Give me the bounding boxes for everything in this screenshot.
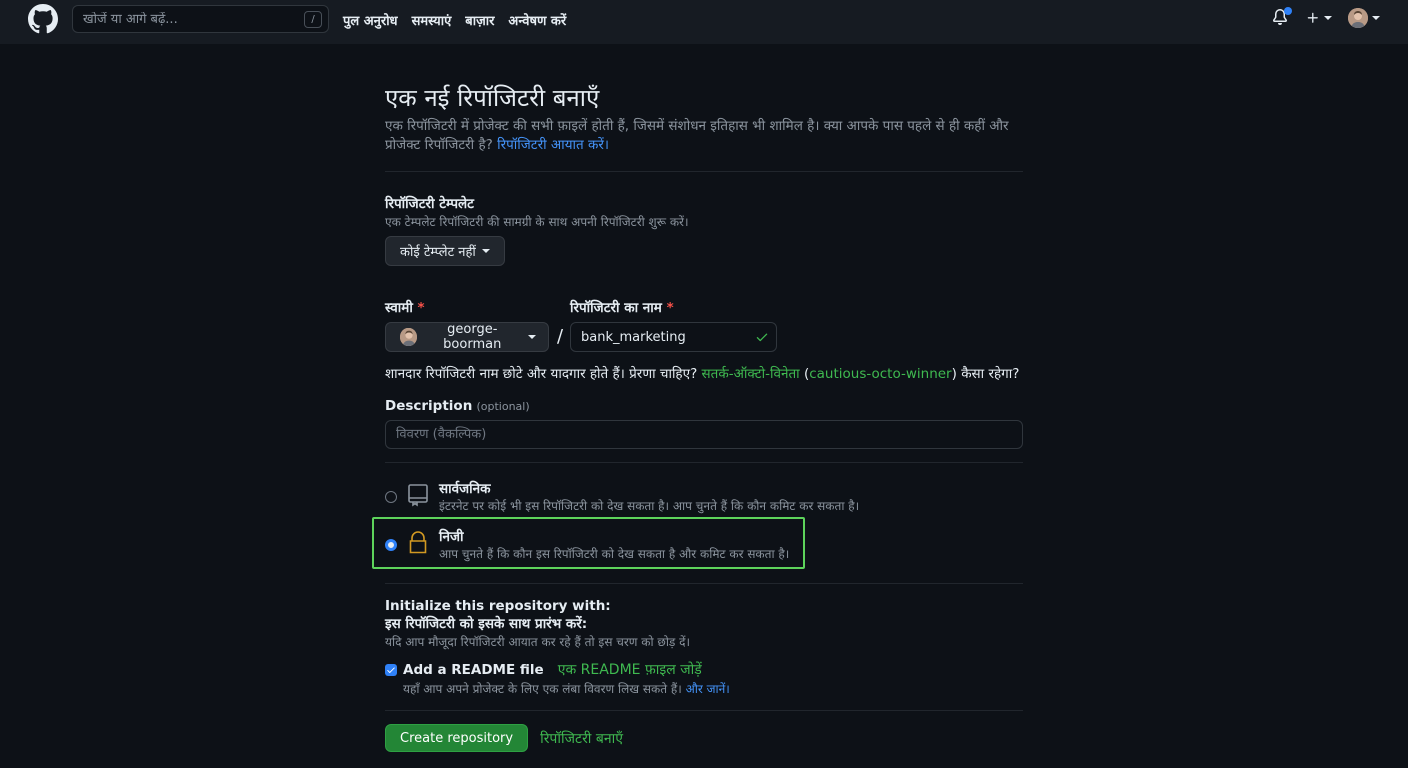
owner-field: स्वामी * george-boorman: [385, 298, 549, 352]
readme-hint: यहाँ आप अपने प्रोजेक्ट के लिए एक लंबा वि…: [403, 682, 730, 696]
divider: [385, 171, 1023, 172]
visibility-option-private[interactable]: निजी आप चुनते हैं कि कौन इस रिपॉजिटरी को…: [385, 527, 789, 562]
new-repo-form: एक नई रिपॉजिटरी बनाएँ एक रिपॉजिटरी में प…: [372, 80, 1023, 752]
page-title: एक नई रिपॉजिटरी बनाएँ: [385, 84, 600, 112]
nav-explore[interactable]: अन्वेषण करें: [508, 11, 566, 29]
readme-label-hi: एक README फ़ाइल जोड़ें: [557, 662, 702, 678]
check-icon: [756, 333, 768, 342]
owner-select-button[interactable]: george-boorman: [385, 322, 549, 352]
learn-more-link[interactable]: और जानें।: [686, 682, 730, 696]
owner-select-value: george-boorman: [443, 322, 502, 352]
suggested-name-link[interactable]: cautious-octo-winner: [809, 366, 951, 382]
repo-name-input-wrap: [570, 322, 777, 352]
repo-name-label: रिपॉजिटरी का नाम *: [570, 300, 674, 316]
description-section: Description (optional): [385, 398, 1023, 449]
initialize-section: Initialize this repository with: इस रिपॉ…: [385, 598, 1023, 697]
divider: [385, 710, 1023, 711]
public-hint: इंटरनेट पर कोई भी इस रिपॉजिटरी को देख सक…: [439, 499, 860, 513]
template-title: रिपॉजिटरी टेम्पलेट: [385, 196, 474, 212]
visibility-option-public[interactable]: सार्वजनिक इंटरनेट पर कोई भी इस रिपॉजिटरी…: [385, 479, 859, 514]
create-label-hi: रिपॉजिटरी बनाएँ: [540, 730, 624, 747]
page-subtitle: एक रिपॉजिटरी में प्रोजेक्ट की सभी फ़ाइले…: [385, 117, 1023, 155]
header-actions: [1272, 7, 1380, 28]
readme-label-en[interactable]: Add a README file: [403, 662, 544, 678]
initialize-hint: यदि आप मौजूदा रिपॉजिटरी आयात कर रहे हैं …: [385, 635, 691, 649]
plus-icon: [1307, 12, 1318, 23]
repo-icon: [408, 484, 428, 507]
public-title: सार्वजनिक: [439, 481, 491, 497]
search-shortcut-key: /: [304, 11, 322, 28]
owner-repo-separator: /: [557, 326, 564, 347]
create-repository-button[interactable]: Create repository: [385, 724, 529, 752]
owner-repo-row: स्वामी * george-boorman / रिपॉजिटरी का न…: [385, 298, 1023, 358]
initialize-title-en: Initialize this repository with:: [385, 598, 611, 614]
name-suggestion: शानदार रिपॉजिटरी नाम छोटे और यादगार होते…: [385, 366, 1020, 382]
description-input[interactable]: [385, 420, 1023, 449]
private-title: निजी: [439, 529, 464, 545]
readme-checkbox[interactable]: [385, 663, 397, 676]
notification-dot: [1284, 7, 1292, 15]
radio-private[interactable]: [385, 539, 397, 551]
private-hint: आप चुनते हैं कि कौन इस रिपॉजिटरी को देख …: [439, 547, 790, 561]
nav-marketplace[interactable]: बाज़ार: [465, 11, 494, 29]
divider: [385, 462, 1023, 463]
owner-avatar: [400, 328, 417, 346]
radio-public[interactable]: [385, 491, 397, 503]
template-section: रिपॉजिटरी टेम्पलेट एक टेम्पलेट रिपॉजिटरी…: [385, 194, 1023, 266]
repo-name-input[interactable]: [570, 322, 777, 352]
github-logo-icon[interactable]: [28, 4, 58, 34]
chevron-down-icon: [1324, 16, 1332, 20]
search-box[interactable]: /: [72, 5, 329, 33]
create-new-menu[interactable]: [1306, 11, 1332, 25]
chevron-down-icon: [481, 249, 490, 253]
create-row: Create repository रिपॉजिटरी बनाएँ: [385, 724, 1023, 752]
repo-name-field: रिपॉजिटरी का नाम *: [570, 298, 777, 352]
description-label: Description (optional): [385, 398, 530, 414]
suggested-name-hindi[interactable]: सतर्क-ऑक्टो-विनेता: [702, 366, 800, 382]
avatar: [1348, 8, 1368, 28]
visibility-section: सार्वजनिक इंटरनेट पर कोई भी इस रिपॉजिटरी…: [372, 471, 1023, 583]
initialize-title-hi: इस रिपॉजिटरी को इसके साथ प्रारंभ करें:: [385, 616, 588, 632]
user-menu[interactable]: [1348, 8, 1380, 28]
top-nav: पुल अनुरोध समस्याएं बाज़ार अन्वेषण करें: [343, 11, 566, 29]
chevron-down-icon: [528, 335, 536, 339]
owner-label: स्वामी *: [385, 300, 425, 316]
subtitle-text: एक रिपॉजिटरी में प्रोजेक्ट की सभी फ़ाइले…: [385, 118, 1009, 153]
search-input[interactable]: [83, 11, 293, 27]
nav-issues[interactable]: समस्याएं: [412, 11, 452, 29]
chevron-down-icon: [1372, 16, 1380, 20]
template-select-label: कोई टेम्प्लेट नहीं: [400, 245, 476, 260]
check-icon: [387, 667, 395, 673]
template-hint: एक टेम्पलेट रिपॉजिटरी की सामग्री के साथ …: [385, 215, 689, 229]
lock-icon: [409, 531, 427, 554]
readme-option[interactable]: Add a README file एक README फ़ाइल जोड़ें: [385, 660, 1023, 679]
notifications-bell-icon[interactable]: [1272, 7, 1292, 28]
divider: [385, 583, 1023, 584]
nav-pull-requests[interactable]: पुल अनुरोध: [343, 11, 398, 29]
top-header: / पुल अनुरोध समस्याएं बाज़ार अन्वेषण करे…: [0, 0, 1408, 44]
import-repository-link[interactable]: रिपॉजिटरी आयात करें।: [497, 137, 609, 153]
template-select-button[interactable]: कोई टेम्प्लेट नहीं: [385, 236, 505, 266]
